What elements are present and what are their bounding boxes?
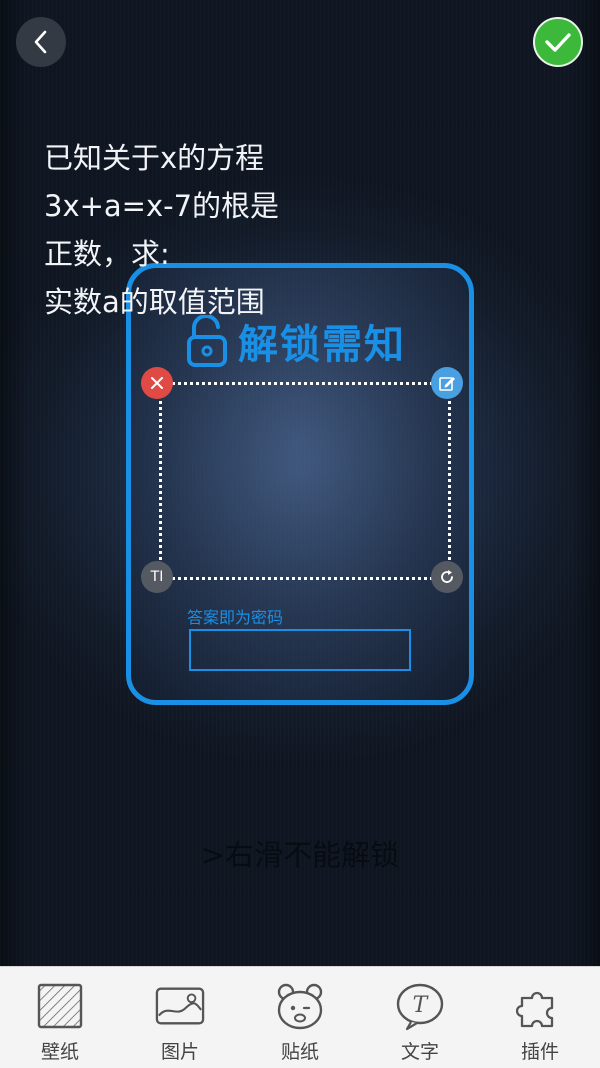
tool-picture-label: 图片 [160, 1041, 199, 1063]
text-sticker-frame[interactable] [159, 382, 451, 580]
close-icon [151, 377, 163, 389]
tool-wallpaper-label: 壁纸 [40, 1041, 79, 1063]
rotate-sticker-button[interactable] [431, 561, 463, 593]
delete-sticker-button[interactable] [141, 367, 173, 399]
edit-pencil-icon [439, 377, 455, 391]
tool-wallpaper[interactable]: 壁纸 [0, 967, 120, 1068]
tool-text[interactable]: T 文字 [360, 967, 480, 1068]
bottom-toolbar: 壁纸 图片 贴纸 T 文字 插件 [0, 966, 600, 1068]
confirm-button[interactable] [533, 17, 583, 67]
tool-plugin[interactable]: 插件 [480, 967, 600, 1068]
text-icon: T [396, 983, 444, 1031]
picture-icon [155, 987, 205, 1025]
tool-sticker[interactable]: 贴纸 [240, 967, 360, 1068]
rotate-icon [441, 570, 453, 583]
sticker-bear-icon [277, 983, 323, 1030]
password-answer-input[interactable] [189, 629, 411, 671]
checkmark-icon [545, 33, 571, 52]
tool-picture[interactable]: 图片 [120, 967, 240, 1068]
plugin-puzzle-icon [516, 991, 554, 1028]
font-style-icon: TI [150, 569, 164, 585]
question-text[interactable]: 已知关于x的方程 3x+a=x-7的根是 正数，求: 实数a的取值范围 [44, 134, 314, 326]
chevron-left-icon [34, 30, 47, 54]
answer-label: 答案即为密码 [187, 608, 284, 627]
edit-text-button[interactable] [431, 367, 463, 399]
back-button[interactable] [16, 17, 66, 67]
slide-hint-text: >右滑不能解锁 [200, 838, 400, 872]
tool-plugin-label: 插件 [520, 1041, 559, 1063]
wallpaper-icon [37, 983, 83, 1029]
svg-text:T: T [413, 993, 430, 1018]
font-style-button[interactable]: TI [141, 561, 173, 593]
tool-sticker-label: 贴纸 [280, 1041, 319, 1063]
tool-text-label: 文字 [400, 1041, 439, 1063]
